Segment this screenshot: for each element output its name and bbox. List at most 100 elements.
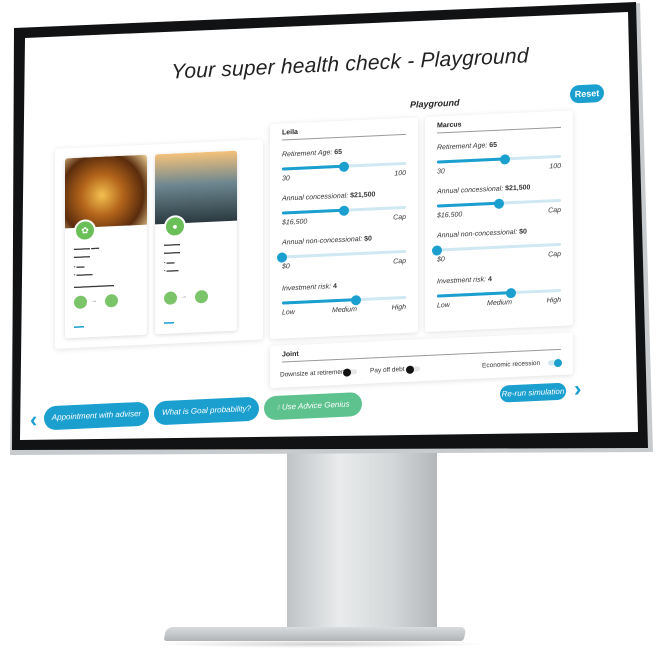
monitor-stand-base — [163, 627, 467, 641]
toggle-knob — [343, 367, 351, 377]
chevron-right-icon[interactable]: › — [574, 376, 581, 402]
slider-thumb[interactable] — [351, 294, 362, 305]
advice-genius-button[interactable]: 💧︎ Use Advice Genius — [264, 391, 362, 421]
annual-non-concessional-value: $0 — [519, 228, 527, 236]
arrow-right-icon: → — [181, 293, 187, 301]
panel-name: Leila — [282, 128, 298, 137]
slider-max-label: Cap — [393, 213, 406, 222]
investment-risk-slider[interactable] — [437, 287, 561, 298]
investment-risk-label: Investment risk: 4 — [437, 276, 492, 286]
goal-card-view-link[interactable]: ▬▬ — [164, 319, 174, 325]
slider-min-label: Low — [437, 301, 450, 310]
pay-off-debt-label: Pay off debt — [370, 365, 405, 375]
annual-concessional-label: Annual concessional: $21,500 — [282, 191, 376, 203]
retirement-age-slider[interactable] — [437, 153, 561, 165]
slider-min-label: $16,500 — [282, 218, 308, 227]
retirement-age-value: 65 — [489, 141, 498, 150]
annual-concessional-value: $21,500 — [505, 184, 531, 193]
slider-thumb[interactable] — [500, 153, 511, 165]
slider-min-label: $0 — [282, 263, 290, 271]
slider-fill — [437, 201, 499, 208]
slider-max-label: 100 — [394, 169, 406, 178]
divider — [282, 133, 406, 141]
goal-card-1[interactable]: ✿ ▬▬▬▬ ▬▬ ▬▬▬▬ ▪ ▬▬ ▪ ▬▬▬▬ ▬▬▬▬▬▬▬▬▬▬ → … — [65, 154, 147, 339]
annual-concessional-slider[interactable] — [437, 197, 561, 209]
goal-card-text-line: ▬▬▬▬▬▬▬▬▬▬ — [74, 282, 114, 290]
goal-card-text-line: ▬▬▬▬ — [74, 253, 90, 260]
goal-cards-panel: ✿ ▬▬▬▬ ▬▬ ▬▬▬▬ ▪ ▬▬ ▪ ▬▬▬▬ ▬▬▬▬▬▬▬▬▬▬ → … — [55, 139, 263, 349]
annual-concessional-slider[interactable] — [282, 205, 406, 216]
marcus-panel: Marcus Retirement Age: 65 30 100 Annual … — [425, 110, 573, 333]
toggle-knob — [554, 358, 562, 367]
slider-max-label: 100 — [549, 162, 561, 171]
slider-max-label: Cap — [548, 206, 561, 215]
goal-card-text-line: ▬▬▬▬ ▬▬ — [74, 244, 100, 252]
goal-card-image — [155, 150, 237, 225]
investment-risk-slider[interactable] — [282, 294, 406, 305]
slider-max-label: Cap — [393, 257, 406, 266]
annual-concessional-value: $21,500 — [350, 191, 376, 200]
leila-panel: Leila Retirement Age: 65 30 100 Annual c… — [270, 117, 418, 340]
slider-thumb[interactable] — [277, 251, 287, 263]
slider-thumb[interactable] — [432, 244, 442, 256]
downsize-toggle[interactable] — [343, 367, 357, 377]
slider-fill — [282, 208, 344, 215]
goal-card-text-line: ▪ ▬▬ — [74, 263, 85, 270]
slider-thumb[interactable] — [494, 197, 504, 209]
panel-name: Marcus — [437, 121, 462, 130]
slider-mid-label: Medium — [487, 299, 512, 308]
panel-name: Joint — [282, 350, 299, 359]
slider-max-label: High — [391, 303, 406, 312]
slider-fill — [282, 164, 344, 171]
slider-thumb[interactable] — [339, 205, 349, 216]
joint-panel: Joint Downsize at retirement Pay off deb… — [270, 332, 573, 389]
slider-fill — [437, 157, 506, 164]
probability-circle — [74, 295, 87, 310]
slider-min-label: 30 — [282, 175, 290, 183]
goal-card-view-link[interactable]: ▬▬ — [74, 324, 84, 330]
goal-card-text-line: ▪ ▬▬▬▬ — [74, 271, 93, 278]
probability-circle — [105, 294, 118, 308]
slider-max-label: Cap — [548, 250, 561, 259]
investment-risk-value: 4 — [332, 283, 337, 291]
retirement-age-label: Retirement Age: 65 — [282, 148, 343, 159]
leaf-icon: ✿ — [74, 219, 96, 243]
goal-card-text-line: ▪ ▬▬ — [164, 259, 175, 265]
annual-concessional-label: Annual concessional: $21,500 — [437, 184, 531, 196]
water-drop-icon: 💧︎ — [276, 402, 280, 412]
slider-mid-label: Medium — [332, 306, 357, 315]
probability-circle — [195, 289, 208, 304]
toggle-knob — [406, 365, 414, 374]
investment-risk-label: Investment risk: 4 — [282, 283, 337, 293]
investment-risk-value: 4 — [487, 276, 492, 284]
slider-min-label: Low — [282, 308, 295, 317]
annual-non-concessional-slider[interactable] — [277, 249, 406, 263]
slider-max-label: High — [546, 296, 561, 305]
goal-probability-button[interactable]: What is Goal probability? — [154, 396, 259, 426]
goal-card-image — [65, 154, 147, 229]
rerun-simulation-button[interactable]: Re-run simulation — [500, 382, 566, 403]
monitor-stand-shadow — [150, 640, 490, 648]
goal-card-text-line: ▪ ▬▬▬ — [164, 267, 179, 273]
playground-heading: Playground — [410, 97, 460, 110]
slider-fill — [437, 291, 512, 298]
reset-button[interactable]: Reset — [570, 83, 604, 104]
retirement-age-label: Retirement Age: 65 — [437, 141, 498, 152]
annual-non-concessional-label: Annual non-concessional: $0 — [437, 228, 527, 240]
slider-min-label: $0 — [437, 256, 445, 264]
pay-off-debt-toggle[interactable] — [406, 365, 420, 374]
page-title: Your super health check - Playground — [171, 44, 529, 84]
recession-toggle[interactable] — [548, 358, 562, 367]
appointment-button[interactable]: Appointment with adviser — [44, 401, 149, 431]
app-screen: Your super health check - Playground Res… — [30, 8, 630, 435]
chevron-left-icon[interactable]: ‹ — [30, 407, 37, 433]
annual-non-concessional-slider[interactable] — [432, 242, 561, 256]
monitor: Your super health check - Playground Res… — [0, 0, 661, 470]
slider-thumb[interactable] — [339, 161, 349, 172]
slider-fill — [282, 298, 357, 305]
goal-card-2[interactable]: ● ▬▬▬▬ ▬▬▬▬ ▪ ▬▬ ▪ ▬▬▬ → ▬▬ — [155, 150, 237, 335]
retirement-age-slider[interactable] — [282, 161, 406, 172]
slider-thumb[interactable] — [506, 287, 517, 298]
slider-min-label: $16,500 — [437, 211, 463, 220]
goal-card-text-line: ▬▬▬▬ — [164, 249, 180, 255]
